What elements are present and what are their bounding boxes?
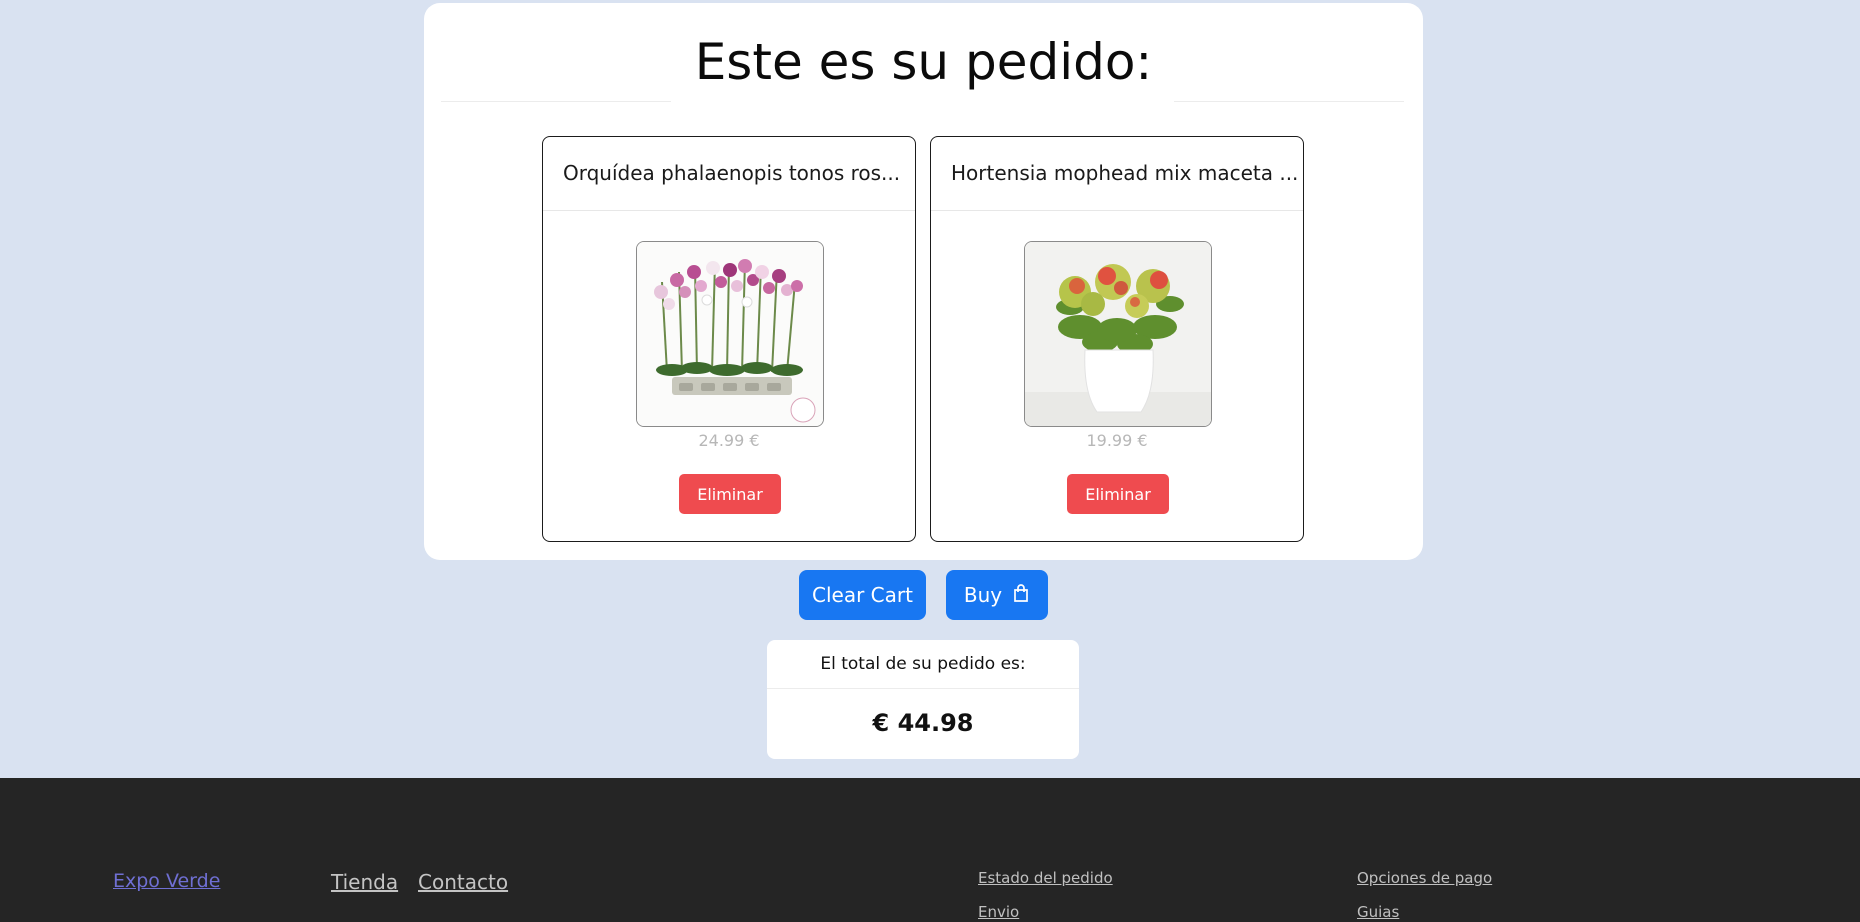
clear-cart-button[interactable]: Clear Cart [799,570,926,620]
remove-item-button[interactable]: Eliminar [679,474,781,514]
total-value: € 44.98 [872,709,974,737]
remove-item-button[interactable]: Eliminar [1067,474,1169,514]
brand-link[interactable]: Expo Verde [113,870,220,892]
buy-button[interactable]: Buy [946,570,1048,620]
clear-cart-label: Clear Cart [812,583,913,607]
footer-link-contacto[interactable]: Contacto [418,870,508,894]
title-divider-right [1174,101,1404,102]
site-footer: Expo Verde Tienda Contacto Estado del pe… [0,778,1860,922]
order-total-card: El total de su pedido es: € 44.98 [767,640,1079,759]
product-card: Orquídea phalaenopis tonos ros... 24.99 … [542,136,916,542]
shopping-bag-icon [1012,583,1030,608]
product-price: 19.99 € [1086,431,1148,450]
footer-link-opciones-pago[interactable]: Opciones de pago [1357,869,1492,887]
title-divider-left [441,101,671,102]
page-title: Este es su pedido: [694,33,1153,91]
product-name: Hortensia mophead mix maceta ... [931,137,1303,211]
product-card: Hortensia mophead mix maceta ... 19.99 €… [930,136,1304,542]
product-price: 24.99 € [698,431,760,450]
footer-link-tienda[interactable]: Tienda [331,870,398,894]
footer-link-estado-pedido[interactable]: Estado del pedido [978,869,1113,887]
total-label: El total de su pedido es: [767,640,1079,689]
product-name: Orquídea phalaenopis tonos ros... [543,137,915,211]
hydrangea-plant-image [1024,241,1212,427]
buy-label: Buy [963,583,1003,607]
order-card: Este es su pedido: Orquídea phalaenopis … [424,3,1423,560]
footer-link-envio[interactable]: Envio [978,903,1019,921]
orchid-plant-image [636,241,824,427]
footer-link-guias[interactable]: Guias [1357,903,1399,921]
